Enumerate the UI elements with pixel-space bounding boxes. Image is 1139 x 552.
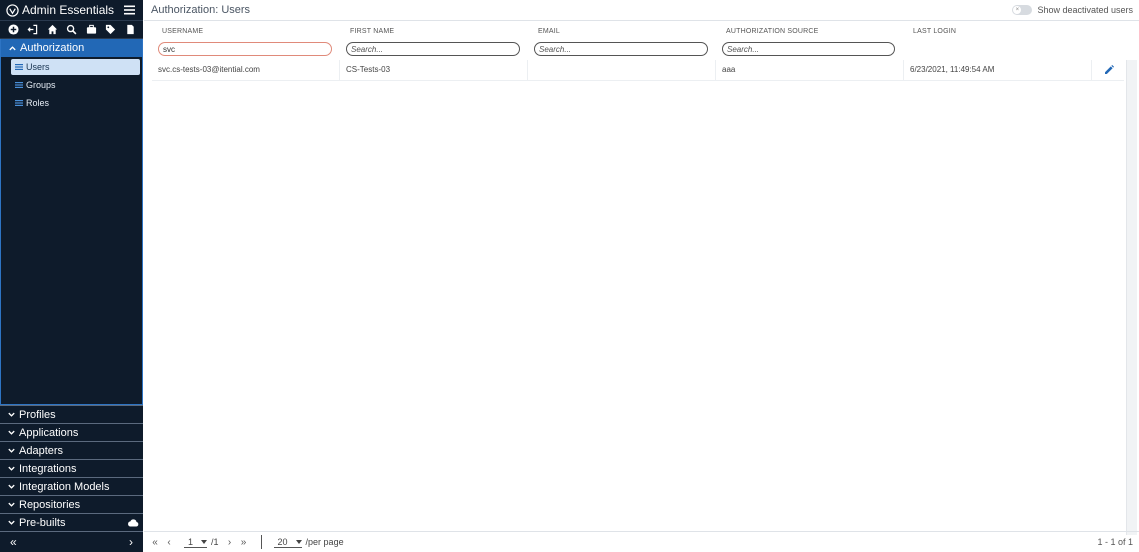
section-label: Integration Models (19, 480, 110, 493)
briefcase-icon[interactable] (84, 23, 98, 37)
tag-icon[interactable] (104, 23, 118, 37)
chevron-up-icon (9, 45, 16, 50)
cell-username: svc.cs-tests-03@itential.com (152, 60, 340, 80)
toggle-label: Show deactivated users (1037, 5, 1133, 15)
section-header-pre-builts[interactable]: Pre-builts (0, 513, 143, 531)
section-label: Repositories (19, 498, 81, 511)
chevron-down-icon (8, 412, 15, 417)
cell-email (528, 60, 716, 80)
hamburger-menu-icon[interactable] (123, 4, 137, 16)
per-page-value: 20 (277, 536, 288, 547)
chevron-down-icon (8, 466, 15, 471)
section-header-adapters[interactable]: Adapters (0, 441, 143, 459)
section-label: Integrations (19, 462, 77, 475)
page-title: Authorization: Users (151, 4, 251, 16)
sidebar-item-roles[interactable]: Roles (11, 95, 140, 111)
cell-first-name: CS-Tests-03 (340, 60, 528, 80)
list-icon (15, 64, 23, 70)
section-label: Applications (19, 426, 79, 439)
sidebar-item-label: Roles (26, 98, 50, 108)
collapsed-sections: Profiles Applications Adapters Integrati… (0, 405, 143, 531)
section-label: Authorization (20, 42, 85, 54)
expand-sidebar-button[interactable]: › (129, 535, 133, 549)
show-deactivated-toggle[interactable]: × (1012, 5, 1033, 15)
sidebar-item-users[interactable]: Users (11, 59, 140, 75)
page-number-select[interactable]: 1 (184, 536, 208, 548)
document-icon[interactable] (123, 23, 137, 37)
sidebar-section-authorization: Authorization Users Groups Roles (0, 39, 143, 405)
collapse-sidebar-button[interactable]: « (10, 535, 17, 549)
section-header-applications[interactable]: Applications (0, 423, 143, 441)
per-page-select[interactable]: 20 (273, 536, 302, 548)
vertical-scrollbar[interactable] (1126, 60, 1137, 535)
section-label: Pre-builts (19, 516, 66, 529)
chevron-down-icon (8, 520, 15, 525)
chevron-down-icon (8, 484, 15, 489)
nav-list: Users Groups Roles (1, 57, 142, 111)
toggle-knob: × (1013, 6, 1022, 14)
section-header-repositories[interactable]: Repositories (0, 495, 143, 513)
page-number-value: 1 (188, 536, 194, 547)
app-title: Admin Essentials (22, 3, 115, 17)
column-header-authorization-source[interactable]: AUTHORIZATION SOURCE (726, 28, 819, 35)
chevron-down-icon (8, 502, 15, 507)
exit-icon[interactable] (26, 23, 40, 37)
column-header-first-name[interactable]: FIRST NAME (350, 28, 394, 35)
section-header-profiles[interactable]: Profiles (0, 405, 143, 423)
authorization-source-filter-input[interactable] (722, 42, 895, 56)
username-filter-input[interactable] (158, 42, 332, 56)
table-row[interactable]: svc.cs-tests-03@itential.com CS-Tests-03… (152, 60, 1124, 81)
first-name-filter-input[interactable] (346, 42, 520, 56)
section-header-integrations[interactable]: Integrations (0, 459, 143, 477)
cell-last-login: 6/23/2021, 11:49:54 AM (904, 60, 1092, 80)
list-icon (15, 100, 23, 106)
last-page-button[interactable]: » (237, 537, 251, 548)
column-header-email[interactable]: EMAIL (538, 28, 560, 35)
main-header: Authorization: Users × Show deactivated … (144, 0, 1139, 21)
sidebar-item-label: Groups (26, 80, 56, 90)
total-pages-label: /1 (211, 537, 219, 547)
edit-pencil-icon[interactable] (1104, 65, 1114, 75)
section-label: Adapters (19, 444, 64, 457)
home-icon[interactable] (45, 23, 59, 37)
result-count: 1 - 1 of 1 (1097, 537, 1133, 547)
per-page-label: /per page (305, 537, 344, 547)
search-icon[interactable] (65, 23, 79, 37)
sidebar-header: Admin Essentials (0, 0, 143, 21)
section-header-authorization[interactable]: Authorization (1, 39, 142, 57)
email-filter-input[interactable] (534, 42, 708, 56)
first-page-button[interactable]: « (148, 537, 162, 548)
list-icon (15, 82, 23, 88)
main-panel: Authorization: Users × Show deactivated … (144, 0, 1139, 552)
sidebar-item-groups[interactable]: Groups (11, 77, 140, 93)
column-header-username[interactable]: USERNAME (162, 28, 203, 35)
next-page-button[interactable]: › (223, 537, 237, 548)
itential-logo-icon (6, 3, 19, 17)
section-header-integration-models[interactable]: Integration Models (0, 477, 143, 495)
sidebar-toolbar (0, 21, 143, 39)
cloud-icon[interactable] (127, 518, 139, 527)
chevron-down-icon (8, 448, 15, 453)
column-header-last-login[interactable]: LAST LOGIN (913, 28, 956, 35)
app-window: Admin Essentials Authorization Users Gro… (0, 0, 1139, 552)
table-header: USERNAME FIRST NAME EMAIL AUTHORIZATION … (144, 22, 1124, 60)
pagination-bar: « ‹ 1 /1 › » 20 /per page 1 - 1 of 1 (144, 531, 1139, 552)
add-circle-icon[interactable] (6, 23, 20, 37)
sidebar: Admin Essentials Authorization Users Gro… (0, 0, 143, 552)
chevron-down-icon (8, 430, 15, 435)
previous-page-button[interactable]: ‹ (162, 537, 176, 548)
section-label: Profiles (19, 408, 56, 421)
pager-divider (260, 535, 262, 549)
caret-down-icon (295, 539, 302, 544)
cell-authorization-source: aaa (716, 60, 904, 80)
sidebar-footer: « › (0, 531, 143, 552)
caret-down-icon (201, 539, 208, 544)
sidebar-item-label: Users (26, 62, 50, 72)
